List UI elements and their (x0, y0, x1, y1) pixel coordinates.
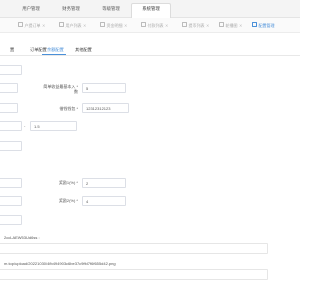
rate-input[interactable]: 1.5 (30, 121, 77, 131)
image-url-text: m.top/upload/20221030/4fb494903c6be37c9f… (4, 261, 116, 266)
address-input[interactable] (0, 243, 268, 254)
subnav-item-withdraw-orders[interactable]: 户提订单 ✕ (18, 22, 45, 29)
rate-separator: - (24, 123, 26, 128)
page-icon (252, 22, 257, 27)
reward2-label: 奖励2(%) * (58, 198, 78, 203)
min-withdraw-input[interactable]: 5 (82, 83, 126, 93)
subnav-item-fund-details[interactable]: 资金明细 ✕ (100, 22, 127, 29)
close-icon[interactable]: ✕ (42, 23, 45, 28)
settings-tabs: 置 订单配置 余额配置 其他配置 (0, 44, 300, 56)
min-withdraw-label-line2: 数 (74, 89, 78, 94)
subnav-item-user-list[interactable]: 用户列表 ✕ (59, 22, 86, 29)
tab-system-management[interactable]: 系统管理 (131, 3, 171, 18)
active-tab-indicator (42, 54, 66, 55)
tab-order-config[interactable]: 订单配置 (30, 46, 47, 54)
left-input-4[interactable] (0, 121, 22, 131)
image-url-input[interactable] (0, 269, 268, 280)
page-icon (182, 22, 187, 27)
subnav-item-payment-list[interactable]: 付款列表 ✕ (141, 22, 168, 29)
left-input-3[interactable] (0, 103, 18, 113)
tab-level-management[interactable]: 等级管理 (92, 4, 130, 17)
left-input-6[interactable] (0, 178, 22, 188)
top-nav: 用户管理 财务管理 等级管理 系统管理 (0, 0, 300, 18)
close-icon[interactable]: ✕ (124, 23, 127, 28)
page-icon (100, 22, 105, 27)
close-icon[interactable]: ✕ (165, 23, 168, 28)
page-icon (18, 22, 23, 27)
subnav-item-coin-withdraw-list[interactable]: 提币列表 ✕ (182, 22, 209, 29)
left-input-2[interactable] (0, 83, 18, 93)
subnav-item-config-management[interactable]: 配置管理 (252, 22, 275, 29)
left-input-1[interactable] (0, 65, 22, 75)
close-icon[interactable]: ✕ (206, 23, 209, 28)
close-icon[interactable]: ✕ (83, 23, 86, 28)
tab-balance-config[interactable]: 余额配置 (47, 46, 64, 54)
reward1-input[interactable]: 2 (82, 178, 126, 188)
address-text: 2ccLAEW53Ud6ss : (4, 235, 40, 240)
recharge-wallet-input[interactable]: 12312312123 (82, 103, 129, 113)
recharge-wallet-label: 借钱钱包 * (59, 106, 78, 111)
close-icon[interactable]: ✕ (239, 23, 242, 28)
subnav-item-carousel[interactable]: 轮播图 ✕ (219, 22, 242, 29)
left-input-5[interactable] (0, 141, 22, 151)
tab-other-config[interactable]: 其他配置 (75, 46, 92, 54)
page-icon (59, 22, 64, 27)
page-icon (141, 22, 146, 27)
tab-finance-management[interactable]: 财务管理 (52, 4, 90, 17)
reward2-input[interactable]: 4 (82, 196, 126, 206)
tab-user-management[interactable]: 用户管理 (12, 4, 50, 17)
left-input-7[interactable] (0, 196, 22, 206)
sub-nav: 户提订单 ✕ 用户列表 ✕ 资金明细 ✕ 付款列表 ✕ 提币列表 ✕ 轮播图 ✕ 配置管理 (0, 18, 300, 33)
left-input-8[interactable] (0, 215, 22, 225)
page-icon (219, 22, 224, 27)
reward1-label: 奖励1(%) * (58, 180, 78, 185)
tab-basic-config[interactable]: 置 (10, 46, 14, 54)
